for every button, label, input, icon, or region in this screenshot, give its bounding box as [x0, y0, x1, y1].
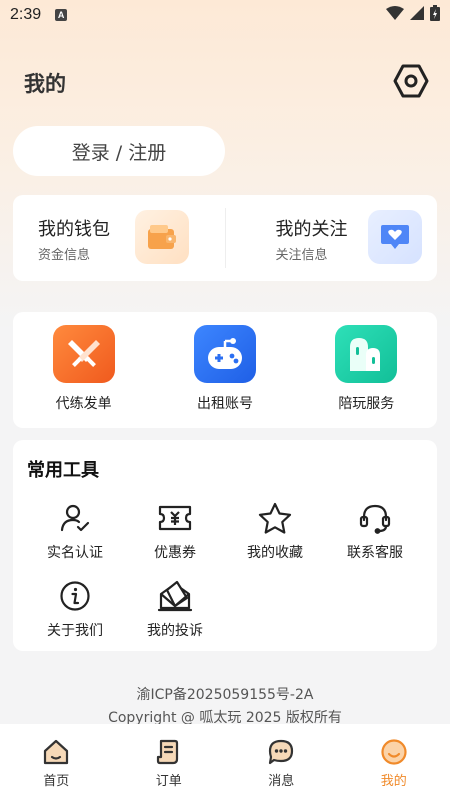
tab-label: 消息 — [268, 774, 295, 789]
wifi-icon — [386, 6, 404, 24]
companion-icon — [335, 325, 398, 383]
tool-label: 实名认证 — [47, 545, 103, 561]
common-tools-card: 常用工具 实名认证 优惠券 我的收藏 联系客服 关于我们 我的投诉 — [13, 440, 437, 651]
headset-icon — [357, 500, 393, 536]
tool-label: 优惠券 — [154, 545, 196, 561]
follow-title: 我的关注 — [275, 219, 348, 240]
status-bar: 2:39 A — [0, 0, 450, 30]
swords-icon — [52, 325, 115, 383]
info-icon — [57, 578, 93, 614]
icp-record: 渝ICP备2025059155号-2A — [136, 687, 314, 703]
tool-real-name-verify[interactable]: 实名认证 — [30, 500, 120, 562]
tab-label: 首页 — [43, 774, 70, 789]
status-time: 2:39 — [10, 6, 42, 23]
service-label: 代练发单 — [55, 396, 112, 412]
tool-favorites[interactable]: 我的收藏 — [230, 500, 320, 562]
battery-icon — [430, 5, 440, 25]
wallet-follow-card: 我的钱包 资金信息 我的关注 关注信息 — [13, 195, 437, 281]
tool-coupons[interactable]: 优惠券 — [130, 500, 220, 562]
gamepad-icon — [193, 325, 256, 383]
tool-my-complaints[interactable]: 我的投诉 — [130, 578, 220, 640]
tools-title: 常用工具 — [27, 460, 99, 481]
my-wallet-entry[interactable]: 我的钱包 资金信息 — [13, 195, 225, 281]
tab-home[interactable]: 首页 — [0, 724, 113, 800]
order-icon — [154, 737, 184, 767]
wallet-title: 我的钱包 — [38, 219, 110, 240]
service-companion[interactable]: 陪玩服务 — [296, 312, 437, 428]
tab-label: 我的 — [380, 774, 407, 789]
star-icon — [257, 500, 293, 536]
bottom-tab-bar: 首页 订单 消息 我的 — [0, 724, 450, 800]
service-rent-account[interactable]: 出租账号 — [154, 312, 295, 428]
settings-button[interactable] — [390, 62, 432, 104]
notification-badge: A — [55, 9, 68, 21]
service-label: 陪玩服务 — [338, 396, 395, 412]
tool-about-us[interactable]: 关于我们 — [30, 578, 120, 640]
tool-label: 关于我们 — [47, 623, 103, 639]
tool-label: 联系客服 — [347, 545, 403, 561]
signal-icon — [410, 6, 424, 24]
tool-label: 我的收藏 — [247, 545, 303, 561]
service-label: 出租账号 — [196, 396, 253, 412]
wallet-icon — [135, 210, 189, 264]
login-register-button[interactable]: 登录 / 注册 — [13, 126, 225, 176]
tab-profile[interactable]: 我的 — [338, 724, 450, 800]
home-icon — [41, 737, 71, 767]
tool-label: 我的投诉 — [147, 623, 203, 639]
user-verify-icon — [57, 500, 93, 536]
profile-icon — [379, 737, 409, 767]
page-title: 我的 — [24, 72, 66, 96]
tool-customer-service[interactable]: 联系客服 — [330, 500, 420, 562]
services-card: 代练发单 出租账号 陪玩服务 — [13, 312, 437, 428]
message-icon — [266, 737, 296, 767]
follow-subtitle: 关注信息 — [275, 248, 328, 263]
coupon-icon — [157, 500, 193, 536]
service-boosting-order[interactable]: 代练发单 — [13, 312, 154, 428]
tab-label: 订单 — [155, 774, 182, 789]
tab-orders[interactable]: 订单 — [113, 724, 226, 800]
tab-messages[interactable]: 消息 — [225, 724, 338, 800]
settings-hexagon-icon — [393, 64, 429, 102]
my-follow-entry[interactable]: 我的关注 关注信息 — [226, 195, 438, 281]
heart-chat-icon — [367, 210, 422, 264]
complaint-mail-icon — [157, 578, 193, 614]
wallet-subtitle: 资金信息 — [38, 248, 91, 263]
